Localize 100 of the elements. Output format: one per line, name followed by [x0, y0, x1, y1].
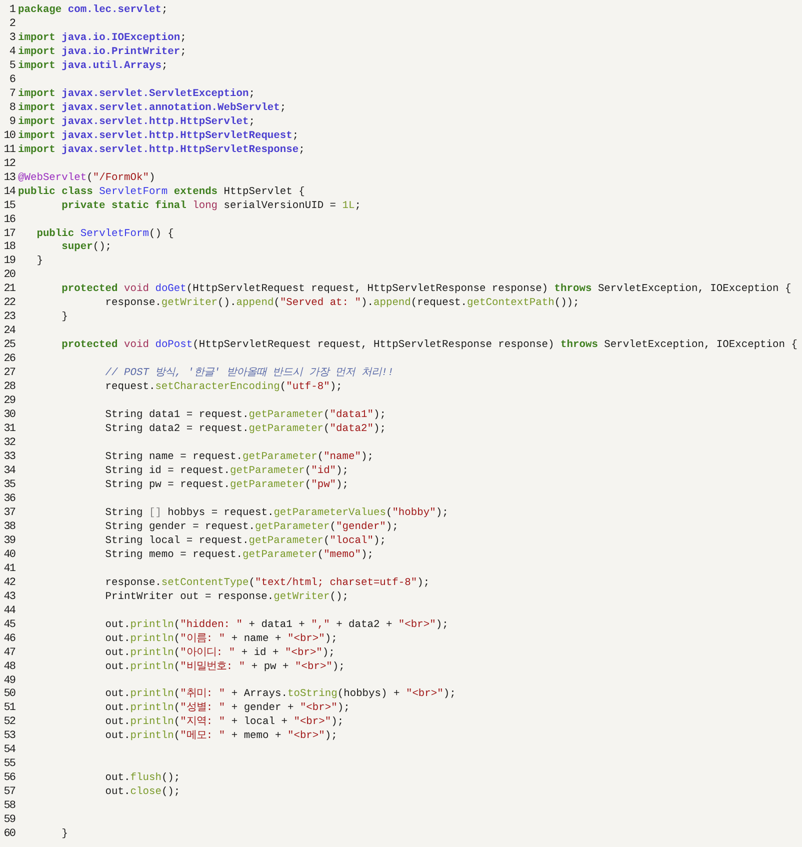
- line-number: 44: [2, 604, 15, 618]
- code-line: super();: [60, 240, 112, 254]
- code-line: String pw = request.getParameter("pw");: [104, 478, 349, 492]
- code-line: out.println("성별: " + gender + "<br>");: [104, 701, 350, 716]
- code-line: out.close();: [104, 785, 180, 800]
- line-number: 25: [2, 338, 15, 352]
- line-number: 23: [2, 310, 15, 324]
- line-number: 15: [2, 198, 15, 213]
- code-line: protected void doPost(HttpServletRequest request, HttpServletResponse response) throws ServletException, IOException {: [60, 338, 798, 352]
- line-number: 20: [2, 268, 15, 282]
- code-line: import javax.servlet.annotation.WebServlet;: [18, 100, 286, 115]
- code-line: // POST 방식, '한글' 받아올때 반드시 가장 먼저 처리!!: [104, 366, 394, 380]
- line-number: 32: [2, 436, 15, 450]
- line-number: 45: [2, 618, 15, 632]
- line-number: 34: [2, 464, 15, 478]
- line-number: 40: [2, 548, 15, 562]
- code-line: protected void doGet(HttpServletRequest request, HttpServletResponse response) throws ServletException, IOException {: [60, 282, 792, 296]
- code-line: String id = request.getParameter("id");: [104, 464, 349, 478]
- code-line: String local = request.getParameter("local");: [104, 534, 386, 548]
- code-line: import java.io.PrintWriter;: [18, 44, 186, 59]
- line-number: 4: [8, 44, 15, 59]
- line-number: 48: [2, 660, 15, 674]
- line-number: 2: [8, 16, 15, 31]
- line-number: 56: [2, 771, 15, 786]
- code-line: String [] hobbys = request.getParameterValues("hobby");: [104, 506, 448, 520]
- line-number: 60: [2, 827, 15, 842]
- line-number: 11: [2, 142, 15, 157]
- code-line: response.getWriter().append("Served at: ").append(request.getContextPath());: [104, 296, 580, 310]
- line-number: 6: [8, 72, 15, 87]
- line-number: 9: [8, 114, 15, 129]
- code-line: import java.io.IOException;: [18, 30, 186, 45]
- line-number: 55: [2, 757, 15, 772]
- code-line: public ServletForm() {: [36, 226, 174, 240]
- line-number: 46: [2, 632, 15, 646]
- code-line: }: [60, 310, 68, 324]
- line-number: 12: [2, 156, 15, 171]
- code-line: private static final long serialVersionUID = 1L;: [60, 198, 361, 213]
- code-line: PrintWriter out = response.getWriter();: [104, 590, 348, 604]
- code-line: import javax.servlet.ServletException;: [18, 86, 255, 101]
- line-number: 1: [8, 3, 15, 17]
- line-number: 51: [2, 701, 15, 716]
- line-number: 49: [2, 674, 15, 688]
- code-line: request.setCharacterEncoding("utf-8");: [104, 380, 342, 394]
- code-line: out.println("hidden: " + data1 + "," + data2 + "<br>");: [104, 618, 448, 632]
- line-number: 58: [2, 799, 15, 814]
- line-number: 26: [2, 352, 15, 366]
- line-number: 52: [2, 715, 15, 730]
- line-number: 17: [2, 226, 15, 240]
- line-number: 18: [2, 240, 15, 254]
- code-line: import javax.servlet.http.HttpServletRequest;: [18, 128, 299, 143]
- line-number: 19: [2, 254, 15, 268]
- code-line: import javax.servlet.http.HttpServletResponse;: [18, 142, 305, 157]
- line-number: 5: [8, 58, 15, 73]
- line-number: 53: [2, 729, 15, 744]
- code-line: out.println("이름: " + name + "<br>");: [104, 632, 338, 646]
- code-line: out.println("지역: " + local + "<br>");: [104, 715, 344, 730]
- line-number: 13: [2, 170, 15, 185]
- line-number: 28: [2, 380, 15, 394]
- line-number: 36: [2, 492, 15, 506]
- code-line: import java.util.Arrays;: [18, 58, 168, 73]
- line-number: 39: [2, 534, 15, 548]
- line-number: 54: [2, 743, 15, 758]
- code-line: @WebServlet("/FormOk"): [18, 170, 156, 185]
- line-number: 16: [2, 212, 15, 226]
- code-line: package com.lec.servlet;: [18, 3, 168, 17]
- code-line: String name = request.getParameter("name");: [104, 450, 374, 464]
- line-number: 31: [2, 422, 15, 436]
- code-line: out.println("메모: " + memo + "<br>");: [104, 729, 338, 744]
- code-line: String data1 = request.getParameter("data1");: [104, 408, 386, 422]
- code-line: String gender = request.getParameter("gender");: [104, 520, 398, 534]
- code-line: out.println("비밀번호: " + pw + "<br>");: [104, 660, 345, 674]
- line-number: 22: [2, 296, 15, 310]
- line-number: 10: [2, 128, 15, 143]
- line-number: 24: [2, 324, 15, 338]
- code-line: public class ServletForm extends HttpServlet {: [18, 184, 305, 199]
- line-number: 47: [2, 646, 15, 660]
- line-number: 41: [2, 562, 15, 576]
- line-number: 3: [8, 30, 15, 45]
- code-line: import javax.servlet.http.HttpServlet;: [18, 114, 255, 129]
- line-number: 57: [2, 785, 15, 800]
- line-number: 43: [2, 590, 15, 604]
- line-number: 35: [2, 478, 15, 492]
- line-number: 29: [2, 394, 15, 408]
- code-line: out.println("취미: " + Arrays.toString(hobbys) + "<br>");: [104, 687, 456, 702]
- line-number: 33: [2, 450, 15, 464]
- line-number: 7: [8, 86, 15, 101]
- code-line: }: [36, 254, 43, 268]
- line-number: 14: [2, 184, 15, 199]
- line-number: 8: [8, 100, 15, 115]
- code-line: String memo = request.getParameter("memo");: [104, 548, 374, 562]
- line-number: 27: [2, 366, 15, 380]
- line-number: 50: [2, 687, 15, 702]
- line-number: 59: [2, 813, 15, 828]
- code-line: out.println("아이디: " + id + "<br>");: [104, 646, 335, 660]
- line-number: 42: [2, 576, 15, 590]
- code-line: out.flush();: [104, 771, 180, 786]
- line-number: 30: [2, 408, 15, 422]
- code-line: response.setContentType("text/html; charset=utf-8");: [104, 576, 430, 590]
- code-line: String data2 = request.getParameter("data2");: [104, 422, 386, 436]
- line-number: 37: [2, 506, 15, 520]
